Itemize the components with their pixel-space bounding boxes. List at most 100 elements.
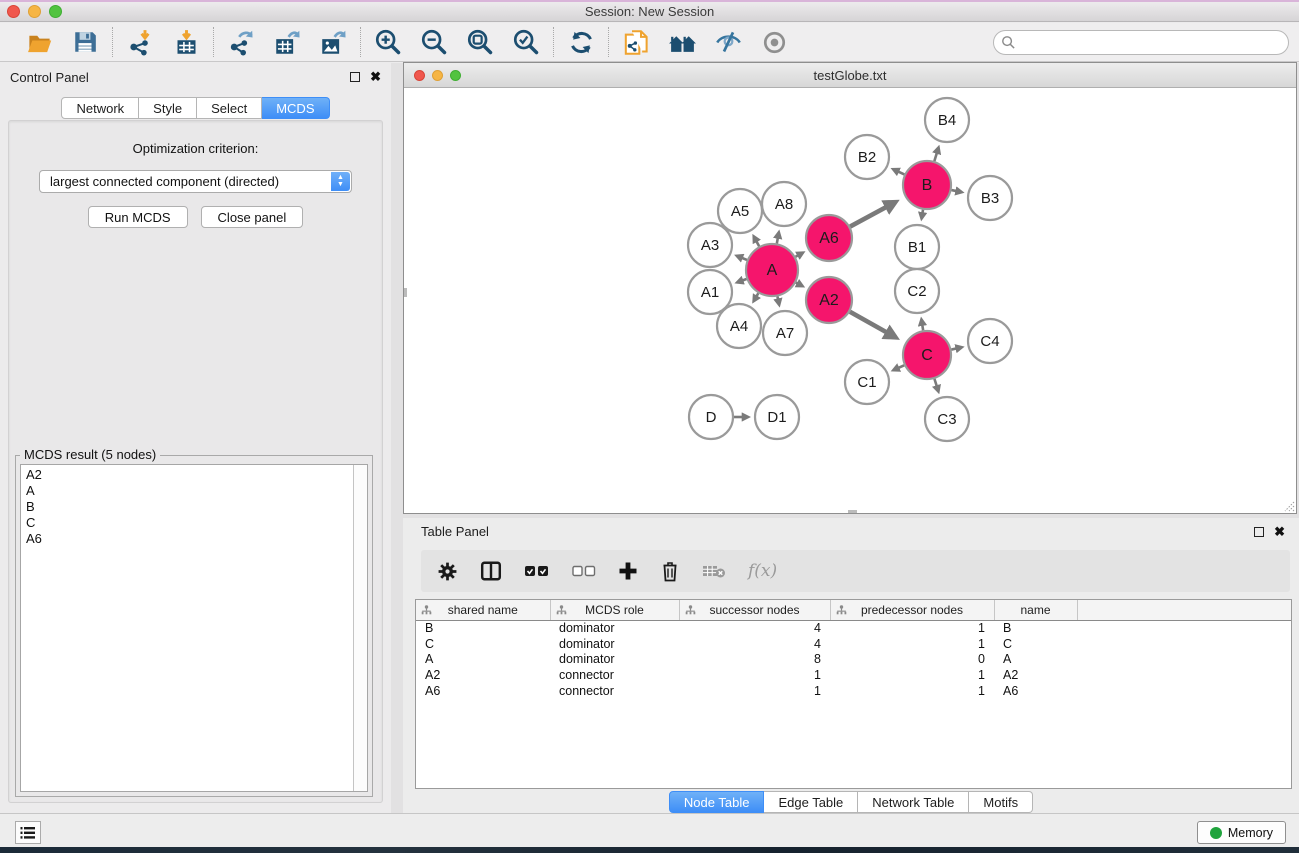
open-session-icon[interactable]	[24, 27, 54, 57]
zoom-out-icon[interactable]	[419, 27, 449, 57]
memory-button[interactable]: Memory	[1197, 821, 1286, 844]
run-mcds-button[interactable]: Run MCDS	[88, 206, 188, 228]
table-cell[interactable]: A6	[994, 683, 1077, 699]
column-header-shared-name[interactable]: shared name	[416, 600, 550, 620]
add-column-icon[interactable]	[618, 561, 638, 581]
zoom-in-icon[interactable]	[373, 27, 403, 57]
graph-edge-A-A2[interactable]	[796, 283, 803, 287]
table-cell[interactable]: 4	[679, 620, 830, 636]
table-cell[interactable]: A	[416, 651, 550, 667]
graph-edge-C-C2[interactable]	[921, 319, 923, 330]
export-table-icon[interactable]	[272, 27, 302, 57]
graph-edge-B-B3[interactable]	[951, 190, 961, 192]
float-panel-icon[interactable]	[350, 72, 360, 82]
close-panel-button[interactable]: Close panel	[201, 206, 304, 228]
table-cell[interactable]: A2	[416, 667, 550, 683]
home-icon[interactable]	[667, 27, 697, 57]
refresh-layout-icon[interactable]	[566, 27, 596, 57]
import-table-icon[interactable]	[171, 27, 201, 57]
graph-edge-B-B4[interactable]	[934, 147, 938, 161]
table-cell[interactable]: 1	[830, 620, 994, 636]
zoom-selected-icon[interactable]	[511, 27, 541, 57]
gear-icon[interactable]	[437, 561, 458, 582]
table-cell[interactable]: B	[416, 620, 550, 636]
table-row[interactable]: A6connector11A6	[416, 683, 1291, 699]
graph-edge-A-A4[interactable]	[754, 293, 759, 301]
network-graph[interactable]: B4B2BB3A8A5A6A3B1AC2A1A2A4A7C4CC1DD1C3	[404, 88, 1296, 513]
tab-mcds[interactable]: MCDS	[262, 97, 329, 119]
column-header-MCDS-role[interactable]: MCDS role	[550, 600, 679, 620]
deselect-all-icon[interactable]	[572, 565, 596, 577]
copy-network-icon[interactable]	[621, 27, 651, 57]
window-resize-handle[interactable]	[848, 510, 857, 513]
optimization-criterion-select[interactable]: largest connected component (directed) ▲…	[39, 170, 352, 193]
table-cell[interactable]: 1	[679, 667, 830, 683]
search-input[interactable]	[993, 30, 1289, 55]
table-cell[interactable]: 1	[830, 636, 994, 652]
select-all-icon[interactable]	[524, 564, 550, 578]
column-header-name[interactable]: name	[994, 600, 1077, 620]
graph-edge-A-A1[interactable]	[737, 279, 746, 282]
save-session-icon[interactable]	[70, 27, 100, 57]
tab-network[interactable]: Network	[61, 97, 139, 119]
table-cell[interactable]: 1	[830, 667, 994, 683]
delete-column-icon[interactable]	[660, 560, 680, 582]
mcds-list-scrollbar[interactable]	[353, 465, 367, 791]
table-cell[interactable]: C	[416, 636, 550, 652]
mcds-result-item[interactable]: A2	[21, 467, 352, 483]
graph-edge-C-C4[interactable]	[951, 347, 962, 349]
hide-eye-icon[interactable]	[713, 27, 743, 57]
table-cell[interactable]: 1	[679, 683, 830, 699]
graph-edge-A-A6[interactable]	[796, 253, 804, 257]
mcds-result-item[interactable]: B	[21, 499, 352, 515]
delete-table-icon[interactable]	[702, 563, 726, 579]
zoom-fit-icon[interactable]	[465, 27, 495, 57]
function-builder-icon[interactable]: f(x)	[748, 561, 777, 581]
tab-style[interactable]: Style	[139, 97, 197, 119]
graph-edge-A-A3[interactable]	[737, 256, 747, 260]
mcds-result-item[interactable]: C	[21, 515, 352, 531]
table-cell[interactable]: 4	[679, 636, 830, 652]
graph-edge-A-A7[interactable]	[777, 296, 779, 304]
tab-node-table[interactable]: Node Table	[669, 791, 765, 813]
float-table-panel-icon[interactable]	[1254, 527, 1264, 537]
table-cell[interactable]: 8	[679, 651, 830, 667]
table-cell[interactable]: dominator	[550, 651, 679, 667]
table-cell[interactable]: connector	[550, 683, 679, 699]
close-table-panel-icon[interactable]: ✖	[1274, 527, 1285, 537]
graph-edge-A-A8[interactable]	[777, 232, 779, 243]
graph-edge-B-B2[interactable]	[893, 169, 904, 174]
graph-edge-A-A5[interactable]	[754, 236, 759, 246]
table-cell[interactable]: B	[994, 620, 1077, 636]
table-cell[interactable]: dominator	[550, 620, 679, 636]
close-panel-icon[interactable]: ✖	[370, 72, 381, 82]
table-cell[interactable]: A6	[416, 683, 550, 699]
import-network-icon[interactable]	[125, 27, 155, 57]
table-row[interactable]: A2connector11A2	[416, 667, 1291, 683]
mcds-result-item[interactable]: A	[21, 483, 352, 499]
column-header-predecessor-nodes[interactable]: predecessor nodes	[830, 600, 994, 620]
graph-edge-B-B1[interactable]	[922, 210, 923, 219]
resize-grip-icon[interactable]	[1282, 499, 1295, 512]
table-row[interactable]: Cdominator41C	[416, 636, 1291, 652]
tab-motifs[interactable]: Motifs	[969, 791, 1033, 813]
table-cell[interactable]: C	[994, 636, 1077, 652]
split-view-icon[interactable]	[480, 560, 502, 582]
tab-edge-table[interactable]: Edge Table	[764, 791, 858, 813]
export-network-icon[interactable]	[226, 27, 256, 57]
show-eye-icon[interactable]	[759, 27, 789, 57]
graph-edge-A6-B[interactable]	[850, 202, 895, 226]
graph-edge-C-C1[interactable]	[893, 365, 904, 370]
table-cell[interactable]: 0	[830, 651, 994, 667]
export-image-icon[interactable]	[318, 27, 348, 57]
graph-edge-C-C3[interactable]	[934, 379, 938, 392]
table-cell[interactable]: A	[994, 651, 1077, 667]
table-row[interactable]: Bdominator41B	[416, 620, 1291, 636]
network-window-titlebar[interactable]: testGlobe.txt	[404, 63, 1296, 88]
column-header-successor-nodes[interactable]: successor nodes	[679, 600, 830, 620]
table-cell[interactable]: dominator	[550, 636, 679, 652]
table-cell[interactable]: 1	[830, 683, 994, 699]
tab-select[interactable]: Select	[197, 97, 262, 119]
graph-edge-A2-C[interactable]	[850, 312, 896, 338]
table-row[interactable]: Adominator80A	[416, 651, 1291, 667]
